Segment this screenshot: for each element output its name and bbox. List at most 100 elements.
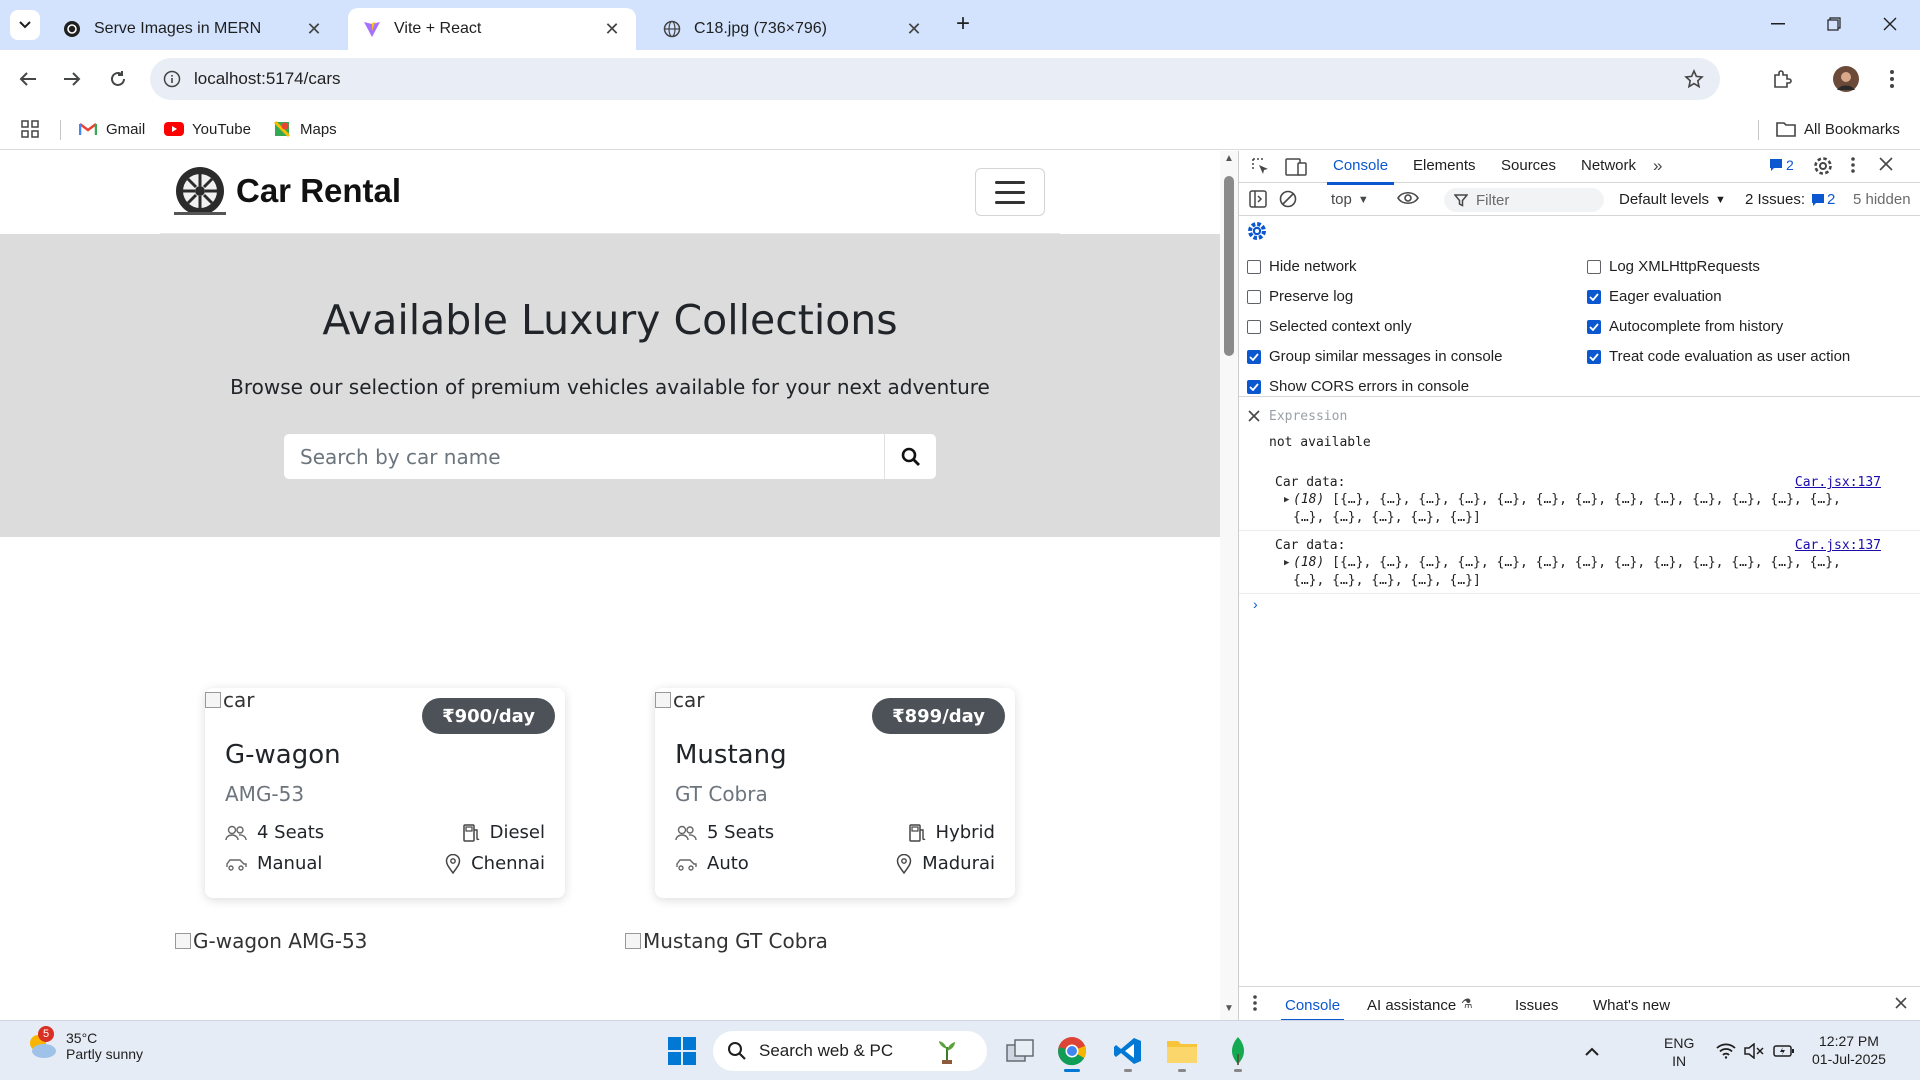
tab-vite-react[interactable]: Vite + React ✕ [348,8,636,50]
devtools-tab-elements[interactable]: Elements [1413,157,1476,174]
battery-icon[interactable] [1764,1031,1804,1071]
bookmark-maps[interactable]: Maps [272,116,337,142]
car-card[interactable]: car ₹900/day G-wagon AMG-53 4 Seats Dies… [205,688,565,898]
devtools-tab-sources[interactable]: Sources [1501,157,1556,174]
page-scrollbar[interactable]: ▲ ▼ [1220,151,1238,1020]
show-hidden-icons-button[interactable] [1572,1031,1612,1071]
expand-arrow-icon[interactable]: ▶ [1284,495,1289,505]
navbar-toggle-button[interactable] [975,168,1045,216]
apps-button[interactable] [20,116,40,142]
close-window-button[interactable] [1870,8,1910,40]
plant-icon [939,1041,956,1064]
weather-temperature: 35°C [66,1030,98,1046]
close-tab-icon[interactable]: ✕ [904,19,924,40]
browser-menu-button[interactable] [1876,63,1908,95]
back-button[interactable] [12,63,44,95]
task-view-button[interactable] [1000,1031,1040,1071]
restore-button[interactable] [1814,8,1854,40]
scrollbar-thumb[interactable] [1224,176,1234,356]
drawer-tab-ai-assistance[interactable]: AI assistance [1367,997,1456,1014]
reload-icon [111,71,125,86]
bookmark-gmail[interactable]: Gmail [78,116,145,142]
group-similar-checkbox[interactable]: Group similar messages in console [1247,348,1502,365]
devtools-menu-icon[interactable] [1851,157,1855,173]
expand-arrow-icon[interactable]: ▶ [1284,558,1289,568]
drawer-menu-icon[interactable] [1253,995,1257,1011]
autocomplete-history-checkbox[interactable]: Autocomplete from history [1587,318,1783,335]
log-levels-dropdown[interactable]: Default levels ▼ [1619,191,1726,208]
issues-counter[interactable]: 2 [1769,157,1794,173]
scroll-down-arrow[interactable]: ▼ [1223,1003,1235,1014]
bookmark-star-icon[interactable] [1684,69,1704,94]
file-explorer-taskbar-button[interactable] [1162,1031,1202,1072]
log-xmlhttprequests-checkbox[interactable]: Log XMLHttpRequests [1587,258,1760,275]
sidebar-toggle-icon[interactable] [1249,190,1267,208]
new-tab-button[interactable]: + [950,12,976,38]
context-selector[interactable]: top ▼ [1331,191,1369,208]
close-tab-icon[interactable]: ✕ [304,19,324,40]
treat-code-evaluation-checkbox[interactable]: Treat code evaluation as user action [1587,348,1850,365]
extensions-button[interactable] [1766,63,1798,95]
log-array-value[interactable]: (18) [{…}, {…}, {…}, {…}, {…}, {…}, {…},… [1293,554,1873,590]
tab-serve-images[interactable]: Serve Images in MERN ✕ [48,8,338,50]
search-input[interactable] [284,434,884,479]
hide-network-checkbox[interactable]: Hide network [1247,258,1357,275]
inspect-element-icon[interactable] [1251,157,1271,177]
show-cors-errors-checkbox[interactable]: Show CORS errors in console [1247,378,1469,395]
clock[interactable]: 12:27 PM 01-Jul-2025 [1812,1032,1886,1068]
running-indicator [1124,1069,1132,1072]
language-indicator[interactable]: ENG IN [1664,1034,1694,1070]
site-info-icon[interactable] [150,70,194,88]
profile-avatar[interactable] [1830,63,1862,95]
all-bookmarks-button[interactable]: All Bookmarks [1776,116,1900,142]
more-tabs-icon[interactable]: » [1653,156,1662,176]
close-drawer-icon[interactable] [1895,997,1907,1009]
devtools-tab-console[interactable]: Console [1326,157,1395,185]
device-toolbar-icon[interactable] [1285,157,1307,177]
issues-link[interactable]: 2 Issues: 2 [1745,191,1835,208]
drawer-tab-console[interactable]: Console [1280,997,1345,1021]
forward-button[interactable] [56,63,88,95]
weather-icon: 5 [24,1026,58,1063]
console-prompt-icon[interactable]: › [1253,596,1258,612]
car-card[interactable]: car ₹899/day Mustang GT Cobra 5 Seats Hy… [655,688,1015,898]
reload-button[interactable] [102,63,134,95]
log-source-link[interactable]: Car.jsx:137 [1795,475,1881,490]
scroll-up-arrow[interactable]: ▲ [1223,153,1235,164]
console-settings-gear-icon[interactable] [1247,221,1267,241]
log-source-link[interactable]: Car.jsx:137 [1795,538,1881,553]
devtools-settings-icon[interactable] [1813,156,1833,176]
selected-context-only-checkbox[interactable]: Selected context only [1247,318,1412,335]
eager-evaluation-checkbox[interactable]: Eager evaluation [1587,288,1722,305]
remove-expression-icon[interactable] [1248,410,1260,422]
clear-console-icon[interactable] [1279,190,1297,208]
expression-input[interactable]: Expression [1269,409,1347,424]
bookmark-youtube[interactable]: YouTube [164,116,251,142]
console-settings-toolbar [1239,217,1920,247]
vscode-taskbar-button[interactable] [1108,1031,1148,1072]
drawer-tab-whats-new[interactable]: What's new [1593,997,1670,1014]
console-filter-input[interactable]: Filter [1444,188,1604,212]
search-button[interactable] [884,434,936,479]
minimize-button[interactable] [1758,8,1798,40]
preserve-log-checkbox[interactable]: Preserve log [1247,288,1353,305]
seats-spec: 5 Seats [675,822,774,843]
taskbar-search[interactable]: Search web & PC [713,1031,987,1071]
chrome-taskbar-button[interactable] [1052,1031,1092,1072]
live-expression-eye-icon[interactable] [1397,190,1419,206]
close-tab-icon[interactable]: ✕ [602,19,622,40]
mongodb-taskbar-button[interactable] [1218,1031,1258,1072]
tab-c18-jpg[interactable]: C18.jpg (736×796) ✕ [648,8,938,50]
address-bar[interactable]: localhost:5174/cars [150,58,1720,100]
close-devtools-icon[interactable] [1879,157,1893,171]
devtools-tab-network[interactable]: Network [1581,157,1636,174]
minimize-icon [1771,23,1785,25]
log-array-value[interactable]: (18) [{…}, {…}, {…}, {…}, {…}, {…}, {…},… [1293,491,1873,527]
brand-link[interactable]: Car Rental [174,165,401,217]
folder-icon [1167,1041,1197,1063]
bookmark-label: Gmail [106,120,146,138]
drawer-tab-issues[interactable]: Issues [1515,997,1558,1014]
weather-widget[interactable]: 5 35°C Partly sunny [24,1026,143,1063]
start-button[interactable] [662,1031,702,1071]
tab-search-button[interactable] [10,10,40,40]
